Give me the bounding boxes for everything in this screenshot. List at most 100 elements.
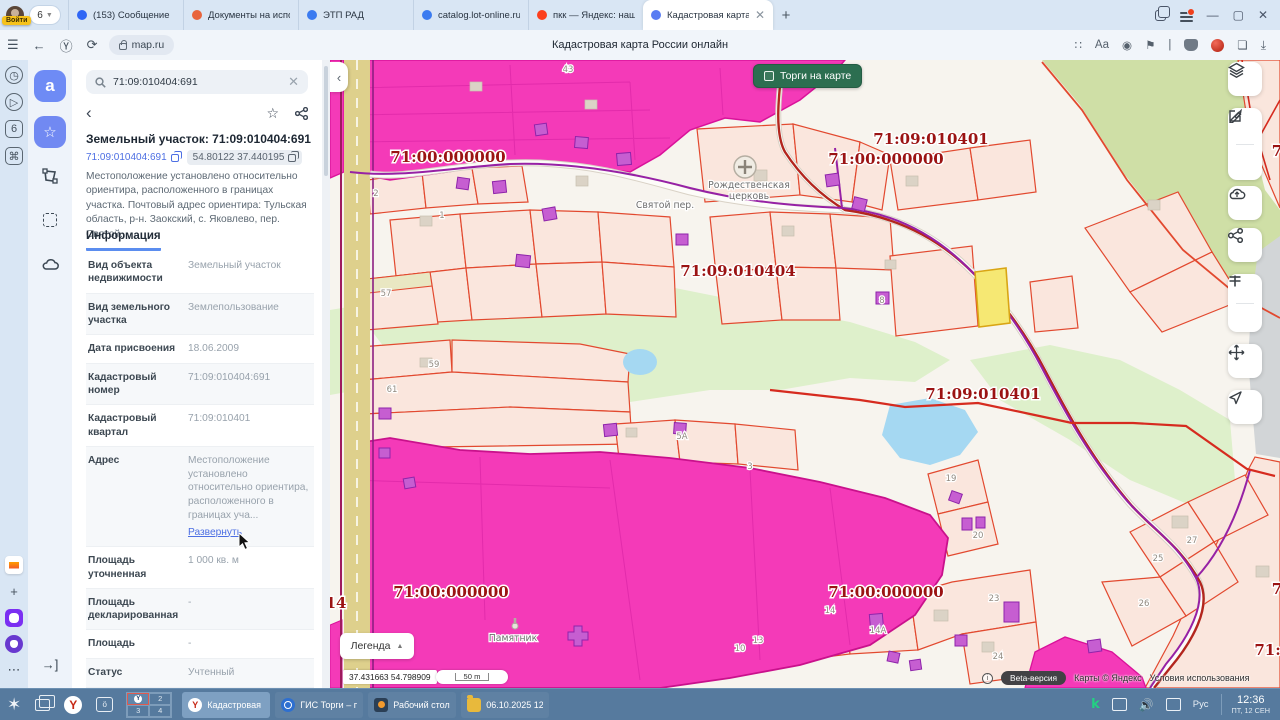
browser-tab[interactable]: Кадастровая карта Ро✕ bbox=[643, 0, 773, 30]
panel-collapse-button[interactable]: ‹ bbox=[330, 62, 348, 92]
copy-icon[interactable] bbox=[288, 154, 296, 162]
terms-link[interactable]: Условия использования bbox=[1150, 673, 1250, 683]
legend-button[interactable]: Легенда ▲ bbox=[340, 633, 414, 659]
checkbox[interactable] bbox=[764, 71, 774, 81]
panel-collapse-icon[interactable]: →] bbox=[42, 657, 59, 672]
copy-icon[interactable] bbox=[171, 154, 179, 162]
favorite-star-icon[interactable]: ☆ bbox=[266, 105, 279, 122]
browser-side-strip: ◷ ▷ 6 ⌘ + ⋯ bbox=[0, 60, 28, 688]
info-icon[interactable]: i bbox=[982, 673, 993, 684]
yandex-services-icon[interactable]: Ⓨ bbox=[60, 36, 73, 55]
taskbar-button[interactable]: 06.10.2025 12-00... bbox=[461, 692, 549, 718]
area-select-icon[interactable] bbox=[34, 204, 66, 236]
browser-tab[interactable]: ЭТП РАД bbox=[298, 0, 413, 30]
browser-tab[interactable]: пкк — Яндекс: нашлось bbox=[528, 0, 643, 30]
tab-close-icon[interactable]: ✕ bbox=[755, 10, 765, 20]
play-icon[interactable]: ▷ bbox=[5, 93, 23, 111]
browser-tab[interactable]: catalog.lot-online.ru/inde bbox=[413, 0, 528, 30]
protect-shield-icon[interactable] bbox=[1184, 39, 1198, 51]
desktop-2[interactable]: 2 bbox=[149, 693, 171, 705]
taskbar-button[interactable]: YКадастровая кар... bbox=[182, 692, 270, 718]
collections-icon[interactable]: ❏ bbox=[1237, 38, 1247, 52]
virtual-desktop-pager[interactable]: Y 2 3 4 bbox=[126, 692, 172, 718]
reload-icon[interactable]: ⟳ bbox=[87, 37, 98, 53]
messenger-icon[interactable] bbox=[5, 609, 23, 627]
tab-groups-icon[interactable] bbox=[1155, 10, 1166, 21]
trades-on-map-button[interactable]: Торги на карте bbox=[753, 64, 862, 88]
capture-icon[interactable]: ⌘ bbox=[5, 147, 23, 165]
map-canvas[interactable]: 71:00:00000071:09:01040171:00:00000071:0… bbox=[330, 60, 1280, 688]
yandex-browser-icon[interactable]: Y bbox=[64, 696, 82, 714]
tab-counter[interactable]: 6▼ bbox=[30, 6, 60, 24]
share-map-button[interactable] bbox=[1228, 228, 1262, 262]
browser-menu-icon[interactable] bbox=[1180, 10, 1193, 21]
search-input[interactable] bbox=[113, 76, 281, 88]
taskbar: ✶ Y ö Y 2 3 4 YКадастровая кар...ГИС Тор… bbox=[0, 688, 1280, 720]
bookmark-icon[interactable]: ⚑ bbox=[1145, 38, 1155, 52]
history-icon[interactable]: ◷ bbox=[5, 66, 23, 84]
login-badge[interactable]: Войти bbox=[2, 16, 31, 25]
layers-button[interactable] bbox=[1228, 62, 1262, 96]
panel-scrollbar-thumb[interactable] bbox=[324, 66, 328, 176]
sidebar-toggle-icon[interactable]: ☰ bbox=[7, 37, 19, 53]
volume-icon[interactable]: 🔊 bbox=[1139, 698, 1154, 711]
window-switcher-icon[interactable] bbox=[35, 699, 50, 711]
zoom-control[interactable] bbox=[1228, 274, 1262, 332]
screenshot-tool-icon[interactable]: ö bbox=[96, 697, 113, 712]
zoom-out-icon[interactable] bbox=[1228, 274, 1242, 280]
pan-button[interactable] bbox=[1228, 344, 1262, 378]
desktop-4[interactable]: 4 bbox=[149, 705, 171, 717]
app-logo[interactable]: a bbox=[34, 70, 66, 102]
extension-avatar-icon[interactable] bbox=[1211, 39, 1224, 52]
display-icon[interactable] bbox=[1166, 698, 1181, 711]
browser-tab[interactable]: Документы на исполнен bbox=[183, 0, 298, 30]
minimize-button[interactable]: — bbox=[1207, 9, 1219, 21]
desktop-3[interactable]: 3 bbox=[127, 705, 149, 717]
mail-icon[interactable] bbox=[5, 556, 23, 574]
layers-icon bbox=[1228, 62, 1245, 79]
selected-parcel[interactable] bbox=[975, 268, 1010, 327]
more-icon[interactable]: ⋯ bbox=[5, 661, 23, 679]
downloads-icon[interactable]: ⤓ bbox=[1261, 38, 1266, 53]
taskbar-button[interactable]: Рабочий стол 1 - ... bbox=[368, 692, 456, 718]
coordinates-chip[interactable]: 54.80122 37.440195 bbox=[187, 150, 303, 165]
maximize-button[interactable]: ▢ bbox=[1233, 9, 1244, 21]
draw-tools-button[interactable] bbox=[1228, 108, 1262, 180]
alice-icon[interactable] bbox=[5, 635, 23, 653]
close-button[interactable]: ✕ bbox=[1258, 9, 1268, 21]
translate-icon[interactable]: Аа bbox=[1095, 39, 1109, 51]
add-icon[interactable]: + bbox=[5, 582, 23, 600]
clear-search-icon[interactable]: ✕ bbox=[288, 74, 299, 90]
start-menu-icon[interactable]: ✶ bbox=[7, 695, 21, 715]
browser-tab[interactable]: (153) Сообщение bbox=[68, 0, 183, 30]
polygon-select-icon[interactable] bbox=[34, 160, 66, 192]
counter-badge[interactable]: 6 bbox=[5, 120, 23, 138]
address-bar[interactable]: map.ru bbox=[109, 35, 175, 55]
tab-information[interactable]: Информация bbox=[86, 230, 161, 251]
extensions-icon[interactable]: ∷ bbox=[1074, 38, 1081, 52]
screenshot-icon[interactable]: ◉ bbox=[1122, 38, 1132, 52]
kaspersky-icon[interactable]: k bbox=[1091, 697, 1100, 712]
search-box[interactable]: ✕ bbox=[86, 70, 308, 94]
info-value-text: Местоположение установлено относительно … bbox=[188, 454, 314, 523]
object-info-panel: ✕ ‹ ☆ Земельный участок: 71:09:010404:69… bbox=[72, 60, 322, 688]
panel-back-icon[interactable]: ‹ bbox=[86, 106, 92, 120]
profile-area[interactable]: Войти 6▼ bbox=[0, 0, 68, 30]
share-icon[interactable] bbox=[295, 107, 308, 120]
printer-icon[interactable] bbox=[1112, 698, 1127, 711]
geolocation-button[interactable] bbox=[1228, 390, 1262, 424]
info-value: 71:09:010404:691 bbox=[180, 371, 314, 398]
map-graphics[interactable]: 71:00:00000071:09:01040171:00:00000071:0… bbox=[330, 60, 1280, 688]
favorites-button[interactable]: ☆ bbox=[34, 116, 66, 148]
new-tab-button[interactable]: + bbox=[773, 2, 799, 28]
back-icon[interactable]: ← bbox=[33, 38, 46, 53]
cloud-icon[interactable] bbox=[34, 248, 66, 280]
expand-link[interactable]: Развернуть bbox=[188, 526, 314, 540]
desktop-1[interactable]: Y bbox=[127, 693, 149, 705]
clock[interactable]: 12:36 ПТ, 12 СЕН bbox=[1221, 694, 1271, 715]
cadastral-number-chip[interactable]: 71:09:010404:691 bbox=[86, 152, 179, 163]
upload-button[interactable] bbox=[1228, 186, 1262, 220]
info-value-text: - bbox=[188, 596, 314, 610]
taskbar-button[interactable]: ГИС Торги – прод... bbox=[275, 692, 363, 718]
language-indicator[interactable]: Рус bbox=[1193, 699, 1209, 710]
